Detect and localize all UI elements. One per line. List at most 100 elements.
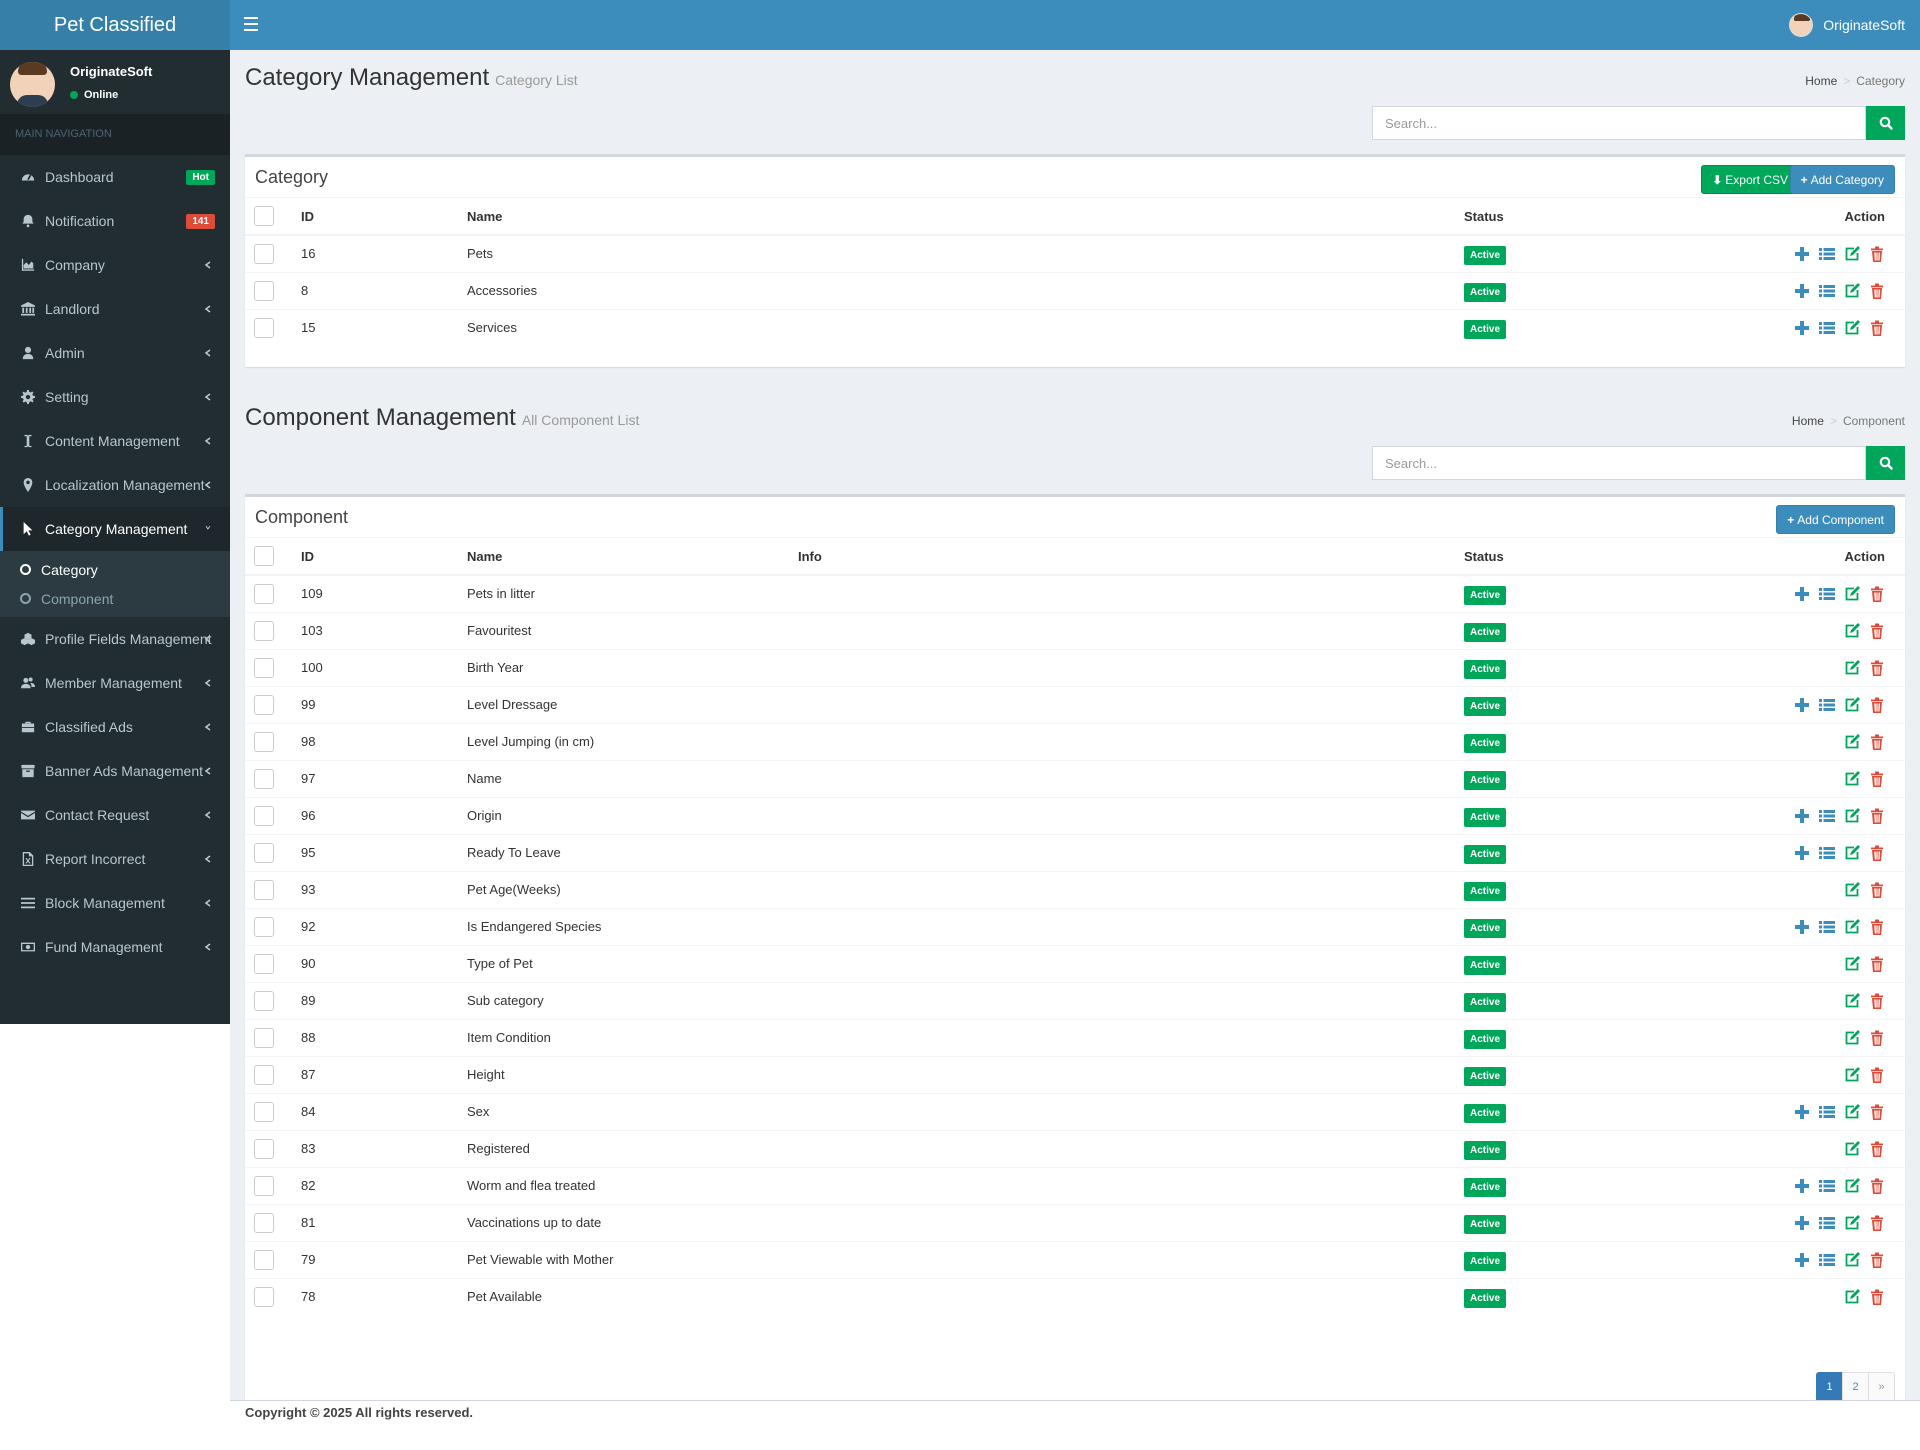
edit-icon[interactable] bbox=[1844, 992, 1860, 1009]
plus-icon[interactable] bbox=[1794, 845, 1810, 861]
sidebar-item-content-management[interactable]: Content Management bbox=[0, 419, 230, 463]
trash-icon[interactable] bbox=[1869, 1178, 1885, 1194]
trash-icon[interactable] bbox=[1869, 993, 1885, 1009]
search-button[interactable] bbox=[1866, 446, 1905, 480]
trash-icon[interactable] bbox=[1869, 586, 1885, 602]
trash-icon[interactable] bbox=[1869, 1289, 1885, 1305]
list-icon[interactable] bbox=[1819, 1215, 1835, 1231]
row-checkbox[interactable] bbox=[254, 317, 274, 338]
row-checkbox[interactable] bbox=[254, 694, 274, 715]
select-all-checkbox[interactable] bbox=[254, 206, 274, 226]
sidebar-item-landlord[interactable]: Landlord bbox=[0, 287, 230, 331]
submenu-item-category[interactable]: Category bbox=[0, 555, 230, 584]
edit-icon[interactable] bbox=[1844, 1288, 1860, 1305]
row-checkbox[interactable] bbox=[254, 280, 274, 301]
edit-icon[interactable] bbox=[1844, 1251, 1860, 1268]
edit-icon[interactable] bbox=[1844, 1066, 1860, 1083]
plus-icon[interactable] bbox=[1794, 919, 1810, 935]
plus-icon[interactable] bbox=[1794, 1104, 1810, 1120]
edit-icon[interactable] bbox=[1844, 881, 1860, 898]
trash-icon[interactable] bbox=[1869, 283, 1885, 299]
trash-icon[interactable] bbox=[1869, 697, 1885, 713]
trash-icon[interactable] bbox=[1869, 845, 1885, 861]
row-checkbox[interactable] bbox=[254, 1249, 274, 1270]
row-checkbox[interactable] bbox=[254, 879, 274, 900]
row-checkbox[interactable] bbox=[254, 243, 274, 264]
trash-icon[interactable] bbox=[1869, 956, 1885, 972]
edit-icon[interactable] bbox=[1844, 282, 1860, 299]
submenu-item-component[interactable]: Component bbox=[0, 584, 230, 613]
trash-icon[interactable] bbox=[1869, 808, 1885, 824]
plus-icon[interactable] bbox=[1794, 283, 1810, 299]
row-checkbox[interactable] bbox=[254, 1286, 274, 1307]
row-checkbox[interactable] bbox=[254, 1101, 274, 1122]
trash-icon[interactable] bbox=[1869, 1215, 1885, 1231]
trash-icon[interactable] bbox=[1869, 1030, 1885, 1046]
row-checkbox[interactable] bbox=[254, 731, 274, 752]
plus-icon[interactable] bbox=[1794, 320, 1810, 336]
edit-icon[interactable] bbox=[1844, 1103, 1860, 1120]
row-checkbox[interactable] bbox=[254, 842, 274, 863]
add-component-button[interactable]: + Add Component bbox=[1776, 505, 1895, 534]
edit-icon[interactable] bbox=[1844, 319, 1860, 336]
search-button[interactable] bbox=[1866, 106, 1905, 140]
trash-icon[interactable] bbox=[1869, 660, 1885, 676]
row-checkbox[interactable] bbox=[254, 583, 274, 604]
edit-icon[interactable] bbox=[1844, 733, 1860, 750]
edit-icon[interactable] bbox=[1844, 696, 1860, 713]
trash-icon[interactable] bbox=[1869, 1141, 1885, 1157]
component-search-input[interactable] bbox=[1372, 446, 1866, 480]
row-checkbox[interactable] bbox=[254, 1138, 274, 1159]
breadcrumb-home[interactable]: Home bbox=[1805, 74, 1837, 88]
sidebar-item-fund-management[interactable]: Fund Management bbox=[0, 925, 230, 969]
sidebar-item-dashboard[interactable]: Dashboard Hot bbox=[0, 155, 230, 199]
trash-icon[interactable] bbox=[1869, 734, 1885, 750]
page-2-button[interactable]: 2 bbox=[1842, 1372, 1869, 1402]
sidebar-item-report-incorrect[interactable]: Report Incorrect bbox=[0, 837, 230, 881]
trash-icon[interactable] bbox=[1869, 1067, 1885, 1083]
list-icon[interactable] bbox=[1819, 845, 1835, 861]
row-checkbox[interactable] bbox=[254, 1175, 274, 1196]
trash-icon[interactable] bbox=[1869, 771, 1885, 787]
category-search-input[interactable] bbox=[1372, 106, 1866, 140]
edit-icon[interactable] bbox=[1844, 245, 1860, 262]
sidebar-item-contact-request[interactable]: Contact Request bbox=[0, 793, 230, 837]
trash-icon[interactable] bbox=[1869, 623, 1885, 639]
list-icon[interactable] bbox=[1819, 1178, 1835, 1194]
sidebar-item-notification[interactable]: Notification 141 bbox=[0, 199, 230, 243]
list-icon[interactable] bbox=[1819, 586, 1835, 602]
list-icon[interactable] bbox=[1819, 1252, 1835, 1268]
edit-icon[interactable] bbox=[1844, 622, 1860, 639]
list-icon[interactable] bbox=[1819, 320, 1835, 336]
breadcrumb-home[interactable]: Home bbox=[1792, 414, 1824, 428]
trash-icon[interactable] bbox=[1869, 246, 1885, 262]
plus-icon[interactable] bbox=[1794, 586, 1810, 602]
sidebar-item-block-management[interactable]: Block Management bbox=[0, 881, 230, 925]
export-csv-button[interactable]: ⬇ Export CSV bbox=[1701, 165, 1799, 194]
list-icon[interactable] bbox=[1819, 246, 1835, 262]
trash-icon[interactable] bbox=[1869, 320, 1885, 336]
trash-icon[interactable] bbox=[1869, 882, 1885, 898]
edit-icon[interactable] bbox=[1844, 585, 1860, 602]
plus-icon[interactable] bbox=[1794, 1252, 1810, 1268]
list-icon[interactable] bbox=[1819, 283, 1835, 299]
app-logo[interactable]: Pet Classified bbox=[0, 0, 230, 50]
trash-icon[interactable] bbox=[1869, 919, 1885, 935]
trash-icon[interactable] bbox=[1869, 1252, 1885, 1268]
next-page-button[interactable]: » bbox=[1868, 1372, 1895, 1402]
sidebar-item-category-management[interactable]: Category Management bbox=[0, 507, 230, 551]
sidebar-item-profile-fields-management[interactable]: Profile Fields Management bbox=[0, 617, 230, 661]
plus-icon[interactable] bbox=[1794, 1215, 1810, 1231]
row-checkbox[interactable] bbox=[254, 990, 274, 1011]
edit-icon[interactable] bbox=[1844, 807, 1860, 824]
row-checkbox[interactable] bbox=[254, 1064, 274, 1085]
row-checkbox[interactable] bbox=[254, 657, 274, 678]
edit-icon[interactable] bbox=[1844, 770, 1860, 787]
sidebar-item-localization-management[interactable]: Localization Management bbox=[0, 463, 230, 507]
edit-icon[interactable] bbox=[1844, 844, 1860, 861]
plus-icon[interactable] bbox=[1794, 246, 1810, 262]
row-checkbox[interactable] bbox=[254, 620, 274, 641]
edit-icon[interactable] bbox=[1844, 1140, 1860, 1157]
list-icon[interactable] bbox=[1819, 919, 1835, 935]
edit-icon[interactable] bbox=[1844, 1214, 1860, 1231]
